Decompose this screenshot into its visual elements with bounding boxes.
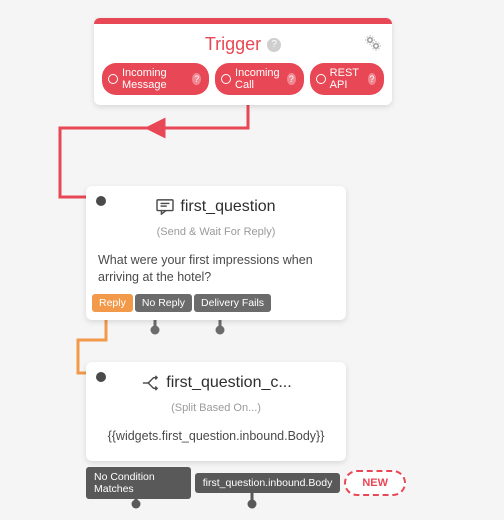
output-tab-no-reply[interactable]: No Reply xyxy=(135,294,192,312)
widget-first-question-split[interactable]: first_question_c... (Split Based On...) … xyxy=(86,362,346,461)
trigger-node[interactable]: Trigger ? Incoming Message ? Incoming Ca… xyxy=(94,18,392,105)
trigger-outputs: Incoming Message ? Incoming Call ? REST … xyxy=(94,63,392,95)
output-tab-inbound-body[interactable]: first_question.inbound.Body xyxy=(195,473,341,493)
trigger-header: Trigger ? xyxy=(94,24,392,63)
widget-subtitle: (Send & Wait For Reply) xyxy=(110,226,322,238)
output-tab-no-condition-matches[interactable]: No Condition Matches xyxy=(86,467,191,499)
widget-output-tabs: Reply No Reply Delivery Fails xyxy=(86,294,346,312)
widget-title-row: first_question_c... xyxy=(140,374,291,392)
trigger-title: Trigger xyxy=(205,34,261,55)
output-tab-delivery-fails[interactable]: Delivery Fails xyxy=(194,294,271,312)
help-icon[interactable]: ? xyxy=(267,38,281,52)
widget-title: first_question_c... xyxy=(166,374,291,392)
widget-first-question[interactable]: first_question (Send & Wait For Reply) W… xyxy=(86,186,346,320)
widget-title: first_question xyxy=(180,198,275,216)
input-port[interactable] xyxy=(96,196,106,206)
split-icon xyxy=(140,375,160,391)
widget2-output-tabs: No Condition Matches first_question.inbo… xyxy=(86,467,406,499)
add-condition-button[interactable]: NEW xyxy=(344,470,406,496)
input-port[interactable] xyxy=(96,372,106,382)
speech-bubble-icon xyxy=(156,199,174,215)
gear-icon xyxy=(364,34,382,52)
trigger-output-incoming-call[interactable]: Incoming Call ? xyxy=(215,63,304,95)
widget-header: first_question (Send & Wait For Reply) xyxy=(86,186,346,242)
radio-icon xyxy=(316,74,326,84)
help-icon[interactable]: ? xyxy=(287,73,296,85)
help-icon[interactable]: ? xyxy=(192,73,201,85)
output-tab-reply[interactable]: Reply xyxy=(92,294,133,312)
trigger-output-rest-api[interactable]: REST API ? xyxy=(310,63,384,95)
pill-label: REST API xyxy=(330,67,364,91)
settings-button[interactable] xyxy=(364,34,382,52)
pill-label: Incoming Call xyxy=(235,67,283,91)
help-icon[interactable]: ? xyxy=(368,73,376,85)
widget-body: {{widgets.first_question.inbound.Body}} xyxy=(86,418,346,453)
widget-title-row: first_question xyxy=(156,198,275,216)
widget-subtitle: (Split Based On...) xyxy=(110,402,322,414)
radio-icon xyxy=(221,74,231,84)
pill-label: Incoming Message xyxy=(122,67,188,91)
widget-body: What were your first impressions when ar… xyxy=(86,242,346,294)
widget-header: first_question_c... (Split Based On...) xyxy=(86,362,346,418)
radio-icon xyxy=(108,74,118,84)
trigger-output-incoming-message[interactable]: Incoming Message ? xyxy=(102,63,209,95)
